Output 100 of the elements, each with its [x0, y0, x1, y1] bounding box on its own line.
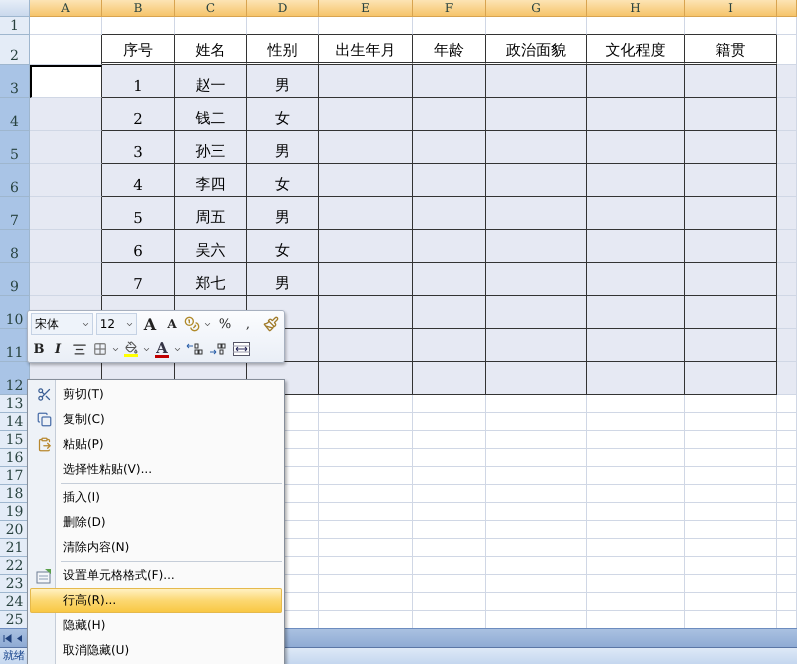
- row-header[interactable]: 10: [0, 296, 30, 329]
- table-cell: 4: [102, 164, 175, 197]
- previous-sheet-icon[interactable]: [16, 634, 23, 642]
- column-header[interactable]: D: [247, 0, 319, 17]
- menu-item[interactable]: 隐藏(H): [30, 613, 282, 638]
- row-header[interactable]: 20: [0, 521, 30, 539]
- table-cell: 政治面貌: [486, 35, 587, 65]
- menu-item[interactable]: 删除(D): [30, 510, 282, 535]
- row-header[interactable]: 1: [0, 17, 30, 35]
- table-cell: 性别: [247, 35, 319, 65]
- menu-item[interactable]: 剪切(T): [30, 382, 282, 407]
- font-name-field[interactable]: 宋体: [31, 313, 93, 335]
- row-header[interactable]: 23: [0, 575, 30, 593]
- align-center-icon: [72, 342, 86, 356]
- table-cell: 1: [102, 65, 175, 98]
- table-cell: 文化程度: [587, 35, 685, 65]
- increase-decimal-icon: [186, 342, 204, 356]
- table-cell: 男: [247, 197, 319, 230]
- column-header[interactable]: C: [175, 0, 247, 17]
- row-header[interactable]: 25: [0, 611, 30, 628]
- menu-item[interactable]: 选择性粘贴(V)...: [30, 457, 282, 482]
- column-header[interactable]: B: [102, 0, 175, 17]
- row-header[interactable]: 12: [0, 362, 30, 395]
- table-cell: 男: [247, 263, 319, 296]
- font-color-button[interactable]: A: [154, 339, 170, 359]
- format-cells-icon: [36, 568, 52, 584]
- coins-icon: [184, 316, 200, 332]
- table-cell: 年龄: [413, 35, 486, 65]
- table-cell: 7: [102, 263, 175, 296]
- row-header[interactable]: 8: [0, 230, 30, 263]
- format-painter-button[interactable]: [261, 314, 281, 334]
- row-header[interactable]: 24: [0, 593, 30, 611]
- menu-item[interactable]: 设置单元格格式(F)...: [30, 563, 282, 588]
- table-cell: 女: [247, 164, 319, 197]
- format-button[interactable]: %: [215, 314, 235, 334]
- table-cell: 周五: [175, 197, 247, 230]
- clipboard-icon: [36, 437, 52, 452]
- row-header[interactable]: 4: [0, 98, 30, 131]
- format-button[interactable]: ,: [238, 314, 258, 334]
- menu-item[interactable]: 取消隐藏(U): [30, 638, 282, 663]
- row-header[interactable]: 6: [0, 164, 30, 197]
- table-cell: 孙三: [175, 131, 247, 164]
- table-cell: 吴六: [175, 230, 247, 263]
- table-cell: 籍贯: [685, 35, 777, 65]
- table-cell: 郑七: [175, 263, 247, 296]
- row-header[interactable]: 5: [0, 131, 30, 164]
- paint-bucket-icon: [124, 341, 138, 354]
- active-cell[interactable]: [30, 65, 102, 98]
- row-header[interactable]: 15: [0, 431, 30, 449]
- table-cell: 出生年月: [319, 35, 413, 65]
- bold-button[interactable]: B: [31, 339, 47, 359]
- merge-center-button[interactable]: [231, 339, 251, 359]
- scissors-icon: [36, 387, 52, 402]
- row-header[interactable]: 7: [0, 197, 30, 230]
- table-cell: 女: [247, 230, 319, 263]
- merge-cells-icon: [232, 342, 250, 356]
- row-header[interactable]: 13: [0, 395, 30, 413]
- fill-color-button[interactable]: [123, 339, 139, 359]
- menu-item[interactable]: 插入(I): [30, 485, 282, 510]
- decrease-decimal-icon: [209, 342, 227, 356]
- table-cell: 姓名: [175, 35, 247, 65]
- menu-item[interactable]: 行高(R)...: [30, 588, 282, 613]
- first-sheet-icon[interactable]: [3, 634, 12, 642]
- table-cell: 3: [102, 131, 175, 164]
- table-cell: 钱二: [175, 98, 247, 131]
- row-header[interactable]: 14: [0, 413, 30, 431]
- menu-item[interactable]: 复制(C): [30, 407, 282, 432]
- paintbrush-icon: [263, 316, 279, 332]
- menu-item[interactable]: 清除内容(N): [30, 535, 282, 560]
- column-header[interactable]: F: [413, 0, 486, 17]
- column-header[interactable]: G: [486, 0, 587, 17]
- row-header[interactable]: 3: [0, 65, 30, 98]
- column-header[interactable]: H: [587, 0, 685, 17]
- status-text: 就绪: [3, 649, 25, 663]
- table-cell: 序号: [102, 35, 175, 65]
- row-header[interactable]: 22: [0, 557, 30, 575]
- row-header[interactable]: 18: [0, 485, 30, 503]
- font-size-field[interactable]: 12: [96, 313, 137, 335]
- table-cell: 赵一: [175, 65, 247, 98]
- column-header[interactable]: I: [685, 0, 777, 17]
- row-header[interactable]: 11: [0, 329, 30, 362]
- row-header[interactable]: 21: [0, 539, 30, 557]
- row-header[interactable]: 16: [0, 449, 30, 467]
- table-cell: 2: [102, 98, 175, 131]
- accounting-button[interactable]: [184, 314, 200, 334]
- grid-icon: [93, 342, 107, 356]
- row-header[interactable]: 9: [0, 263, 30, 296]
- shrink-font-button[interactable]: A: [163, 314, 181, 334]
- row-header[interactable]: 19: [0, 503, 30, 521]
- italic-button[interactable]: I: [50, 339, 66, 359]
- column-header[interactable]: A: [30, 0, 102, 17]
- table-cell: 男: [247, 65, 319, 98]
- table-cell: 女: [247, 98, 319, 131]
- row-header[interactable]: 2: [0, 35, 30, 65]
- column-header[interactable]: E: [319, 0, 413, 17]
- row-header[interactable]: 17: [0, 467, 30, 485]
- table-cell: 李四: [175, 164, 247, 197]
- grow-font-button[interactable]: A: [140, 314, 160, 334]
- menu-item[interactable]: 粘贴(P): [30, 432, 282, 457]
- table-cell: 5: [102, 197, 175, 230]
